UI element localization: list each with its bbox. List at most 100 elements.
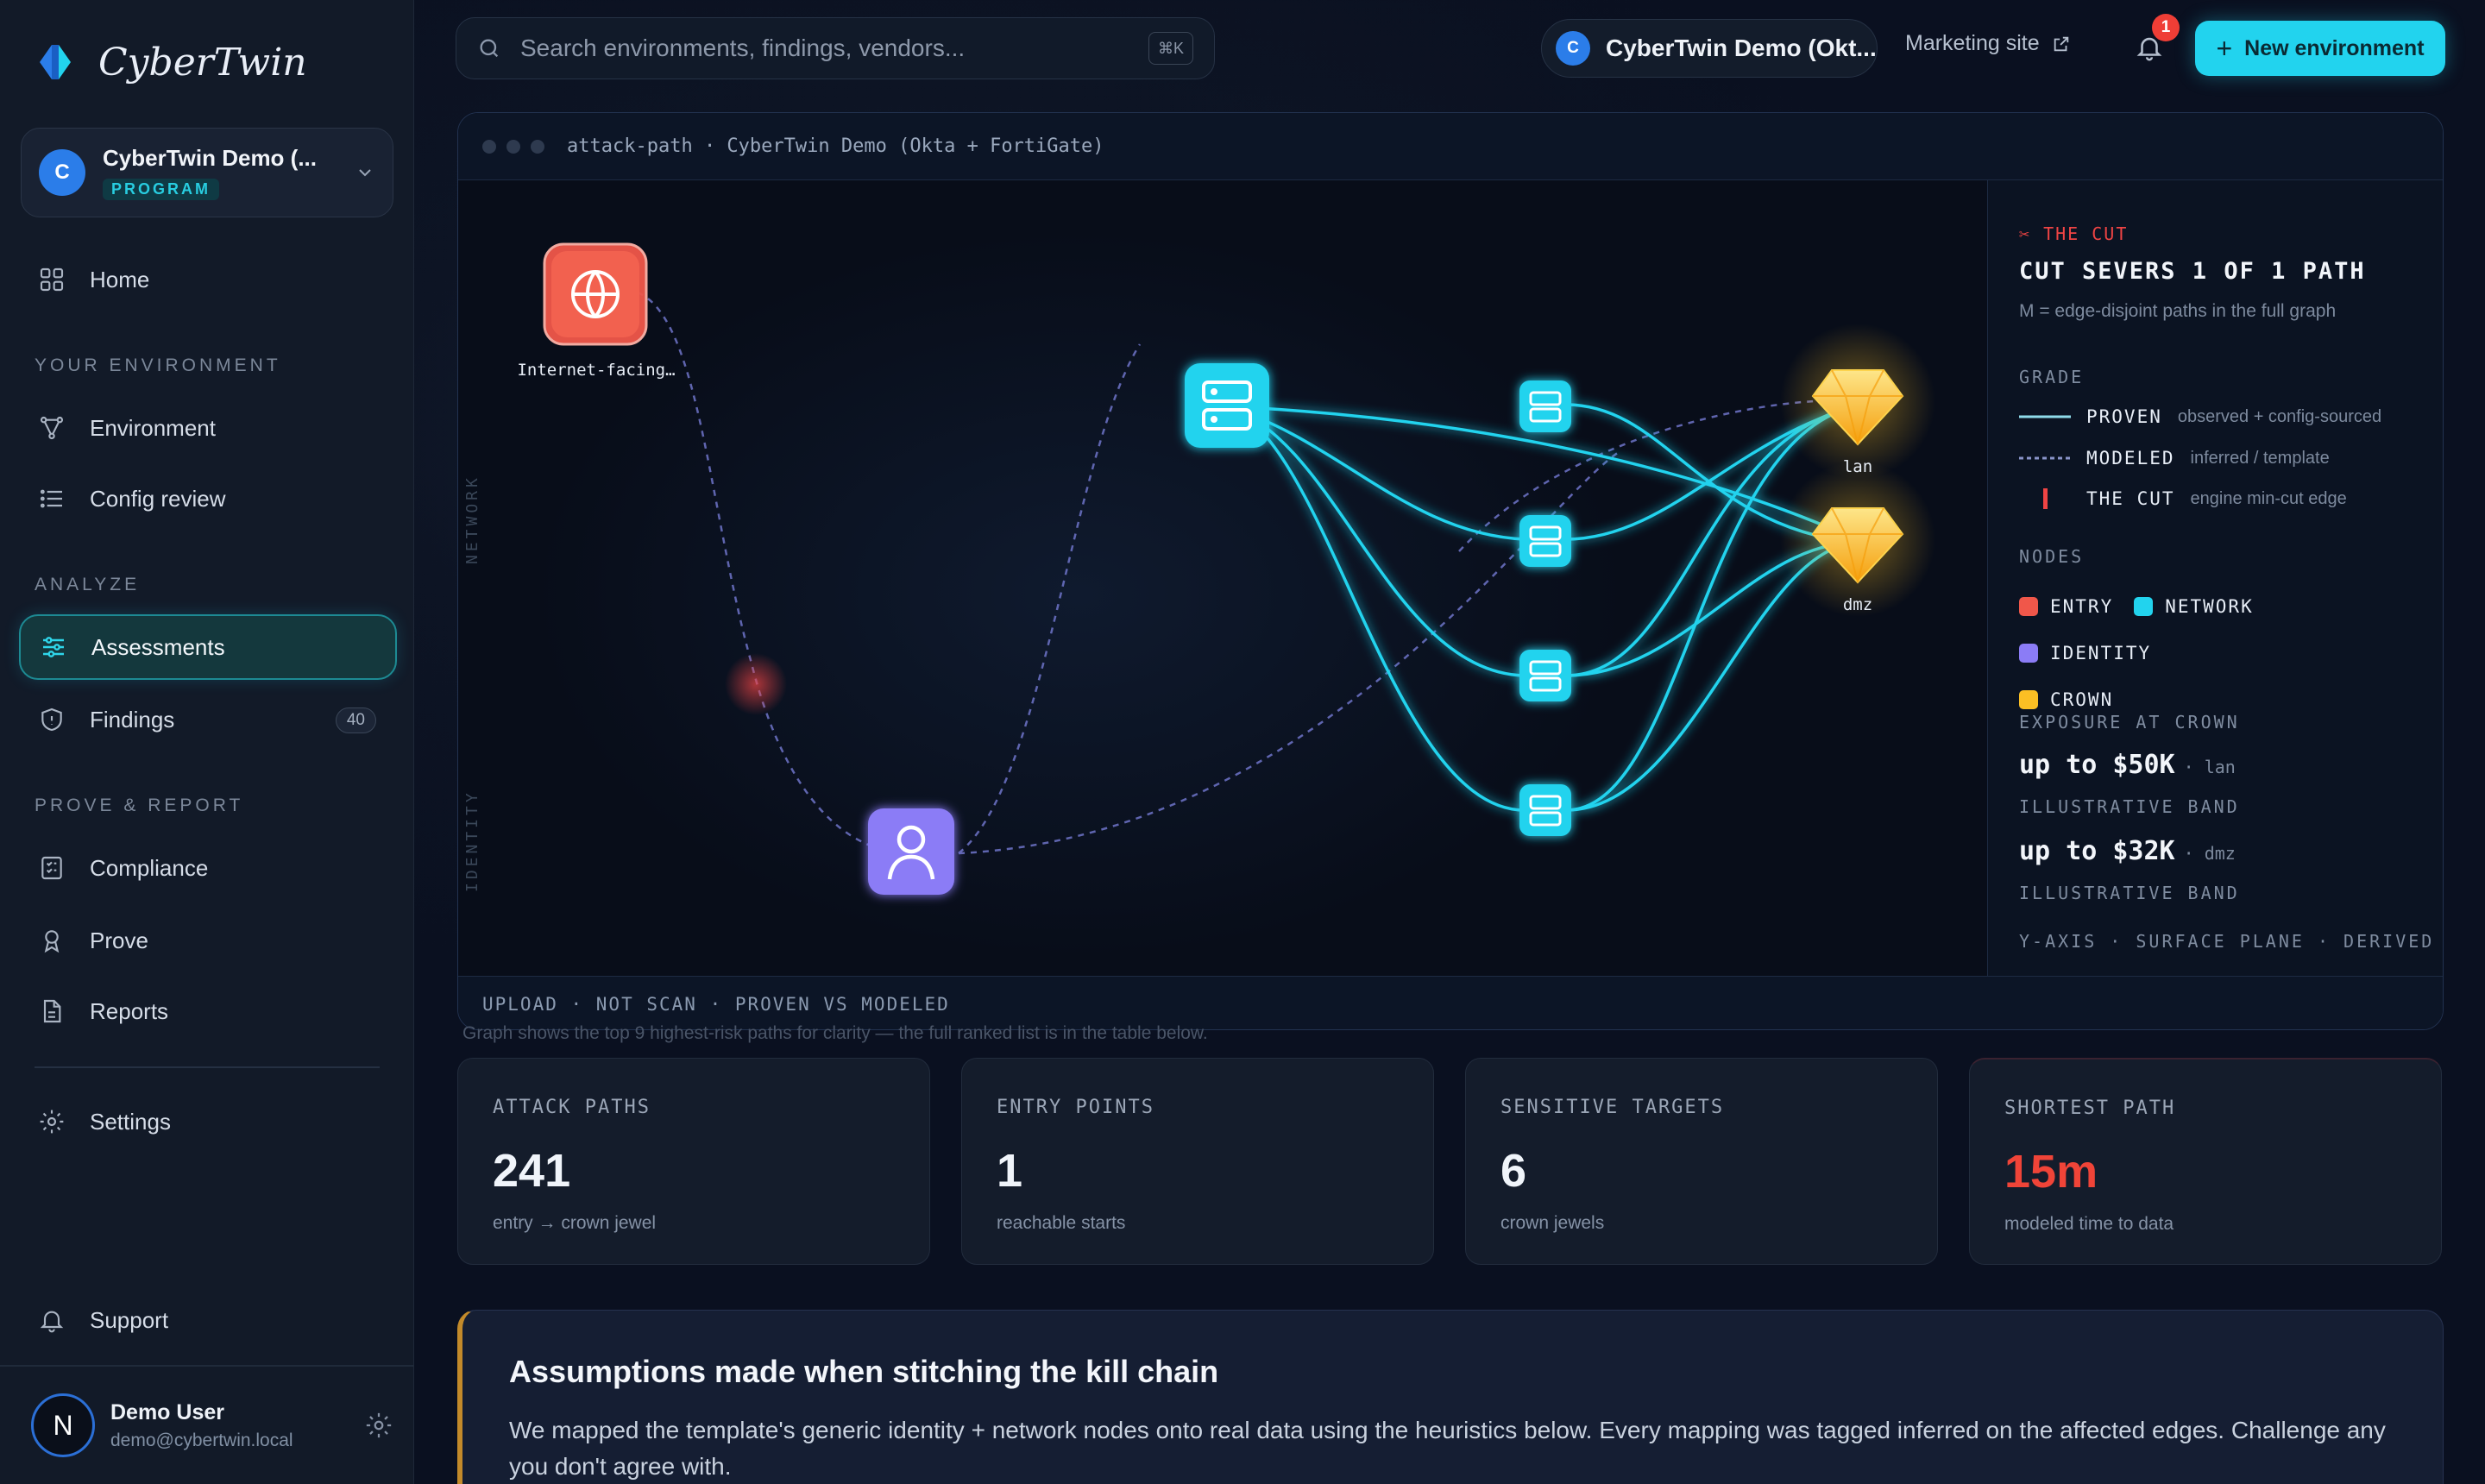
program-badge: PROGRAM xyxy=(103,179,219,200)
grade-proven-desc: observed + config-sourced xyxy=(2177,406,2382,426)
graph-title: attack-path · CyberTwin Demo (Okta + For… xyxy=(567,135,1104,157)
proven-line-swatch xyxy=(2019,415,2071,418)
cut-swatch xyxy=(2043,488,2048,509)
gear-icon[interactable] xyxy=(364,1411,393,1440)
exposure-title: EXPOSURE AT CROWN xyxy=(2019,712,2240,733)
window-dot xyxy=(482,139,496,154)
nav-prove[interactable]: Prove xyxy=(19,908,397,973)
user-profile[interactable]: N Demo User demo@cybertwin.local xyxy=(31,1391,393,1460)
network-node-primary[interactable] xyxy=(1185,363,1269,448)
nav-config-review-label: Config review xyxy=(90,485,226,512)
environment-switcher[interactable]: C CyberTwin Demo (Okt... xyxy=(1541,19,1878,78)
nodes-legend: ENTRY NETWORK IDENTITY CROWN xyxy=(2019,586,2425,726)
grade-modeled: MODELED inferred / template xyxy=(2019,448,2330,468)
nav-findings[interactable]: Findings 40 xyxy=(19,687,397,752)
exposure-lan: up to $50K · lan xyxy=(2019,750,2236,780)
entry-node-label: Internet-facing… xyxy=(517,361,675,380)
external-link-icon xyxy=(2054,36,2068,51)
user-divider xyxy=(0,1365,414,1367)
search-bar[interactable]: ⌘K xyxy=(456,17,1215,79)
stat-shortest-path[interactable]: SHORTEST PATH 15m modeled time to data xyxy=(1969,1058,2442,1265)
cut-headline: CUT SEVERS 1 OF 1 PATH xyxy=(2019,258,2366,285)
nav-reports-label: Reports xyxy=(90,997,169,1024)
nav-assessments-label: Assessments xyxy=(91,633,225,660)
proven-edge xyxy=(1225,405,1526,812)
nav-compliance[interactable]: Compliance xyxy=(19,835,397,901)
grade-cut-key: THE CUT xyxy=(2086,488,2175,509)
window-dot xyxy=(506,139,520,154)
network-node[interactable] xyxy=(1519,650,1571,701)
program-avatar: C xyxy=(39,149,85,196)
marketing-site-link[interactable]: Marketing site xyxy=(1905,31,2071,56)
nav-support[interactable]: Support xyxy=(19,1287,397,1353)
nav-home-label: Home xyxy=(90,266,150,292)
nav-assessments[interactable]: Assessments xyxy=(19,614,397,680)
grade-modeled-desc: inferred / template xyxy=(2190,448,2330,468)
network-node[interactable] xyxy=(1519,784,1571,836)
exposure-dmz: up to $32K · dmz xyxy=(2019,836,2236,866)
nav-environment[interactable]: Environment xyxy=(19,395,397,461)
graph-legend-panel: ✂ THE CUT CUT SEVERS 1 OF 1 PATH M = edg… xyxy=(1987,180,2443,976)
grid-icon xyxy=(40,267,64,292)
the-cut-marker[interactable] xyxy=(725,653,787,715)
node-legend-identity: IDENTITY xyxy=(2019,632,2151,674)
plus-icon: + xyxy=(2216,32,2233,64)
stat-label: ENTRY POINTS xyxy=(997,1097,1154,1118)
attack-path-graph-card: attack-path · CyberTwin Demo (Okta + For… xyxy=(457,112,2444,1030)
findings-count-badge: 40 xyxy=(335,707,376,733)
nav-settings[interactable]: Settings xyxy=(19,1089,397,1154)
nav-section-analyze: ANALYZE xyxy=(35,575,141,594)
search-input[interactable] xyxy=(520,35,1148,62)
modeled-edge-entry-identity xyxy=(637,291,912,855)
stat-label: ATTACK PATHS xyxy=(493,1097,651,1118)
crown-label-lan: lan xyxy=(1843,457,1872,476)
environment-avatar: C xyxy=(1556,31,1590,66)
stat-value: 241 xyxy=(493,1145,571,1197)
network-node[interactable] xyxy=(1519,515,1571,567)
stat-entry-points[interactable]: ENTRY POINTS 1 reachable starts xyxy=(961,1058,1434,1265)
nav-config-review[interactable]: Config review xyxy=(19,466,397,531)
graph-canvas[interactable]: NETWORK IDENTITY Internet-facing… lan dm… xyxy=(458,180,1987,976)
entry-node[interactable]: Internet-facing… xyxy=(517,242,676,380)
nav-settings-label: Settings xyxy=(90,1108,171,1135)
graph-note: Graph shows the top 9 highest-risk paths… xyxy=(462,1023,1208,1043)
stat-label: SENSITIVE TARGETS xyxy=(1500,1097,1725,1118)
award-icon xyxy=(44,930,60,953)
nav-prove-label: Prove xyxy=(90,927,148,953)
program-switcher[interactable]: C CyberTwin Demo (... PROGRAM xyxy=(21,128,393,217)
node-legend-entry: ENTRY xyxy=(2019,586,2113,627)
stat-sensitive-targets[interactable]: SENSITIVE TARGETS 6 crown jewels xyxy=(1465,1058,1938,1265)
grade-the-cut: THE CUT engine min-cut edge xyxy=(2019,487,2347,510)
chevron-down-icon xyxy=(359,169,371,177)
stat-label: SHORTEST PATH xyxy=(2004,1097,2176,1119)
program-name: CyberTwin Demo (... xyxy=(103,145,317,171)
stat-value: 6 xyxy=(1500,1145,1527,1197)
environment-name: CyberTwin Demo (Okt... xyxy=(1606,35,1877,61)
nodes-title: NODES xyxy=(2019,546,2085,567)
topology-icon xyxy=(40,416,64,440)
stat-attack-paths[interactable]: ATTACK PATHS 241 entry → crown jewel xyxy=(457,1058,930,1265)
search-icon xyxy=(480,39,499,58)
network-node[interactable] xyxy=(1519,380,1571,432)
nav-environment-label: Environment xyxy=(90,414,216,441)
brand-name: CyberTwin xyxy=(98,40,307,85)
graph-footer: UPLOAD · NOT SCAN · PROVEN VS MODELED xyxy=(458,976,2443,1029)
user-email: demo@cybertwin.local xyxy=(110,1430,293,1450)
the-cut-tag: ✂ THE CUT xyxy=(2019,223,2129,244)
brand[interactable]: CyberTwin xyxy=(35,40,307,85)
plane-label-identity: IDENTITY xyxy=(463,789,481,892)
exposure-dmz-band: ILLUSTRATIVE BAND xyxy=(2019,883,2240,903)
sidebar-divider xyxy=(35,1066,380,1068)
axis-note: Y-AXIS · SURFACE PLANE · DERIVED xyxy=(2019,931,2435,952)
nav-home[interactable]: Home xyxy=(19,247,397,312)
nav-reports[interactable]: Reports xyxy=(19,978,397,1044)
grade-modeled-key: MODELED xyxy=(2086,448,2175,468)
gear-icon xyxy=(40,1110,64,1134)
crown-label-dmz: dmz xyxy=(1843,595,1872,614)
nav-support-label: Support xyxy=(90,1306,169,1333)
identity-node[interactable] xyxy=(868,808,954,895)
new-environment-button[interactable]: + New environment xyxy=(2195,21,2445,76)
search-shortcut: ⌘K xyxy=(1148,32,1193,65)
stat-sub: reachable starts xyxy=(997,1213,1126,1233)
file-icon xyxy=(43,999,61,1023)
